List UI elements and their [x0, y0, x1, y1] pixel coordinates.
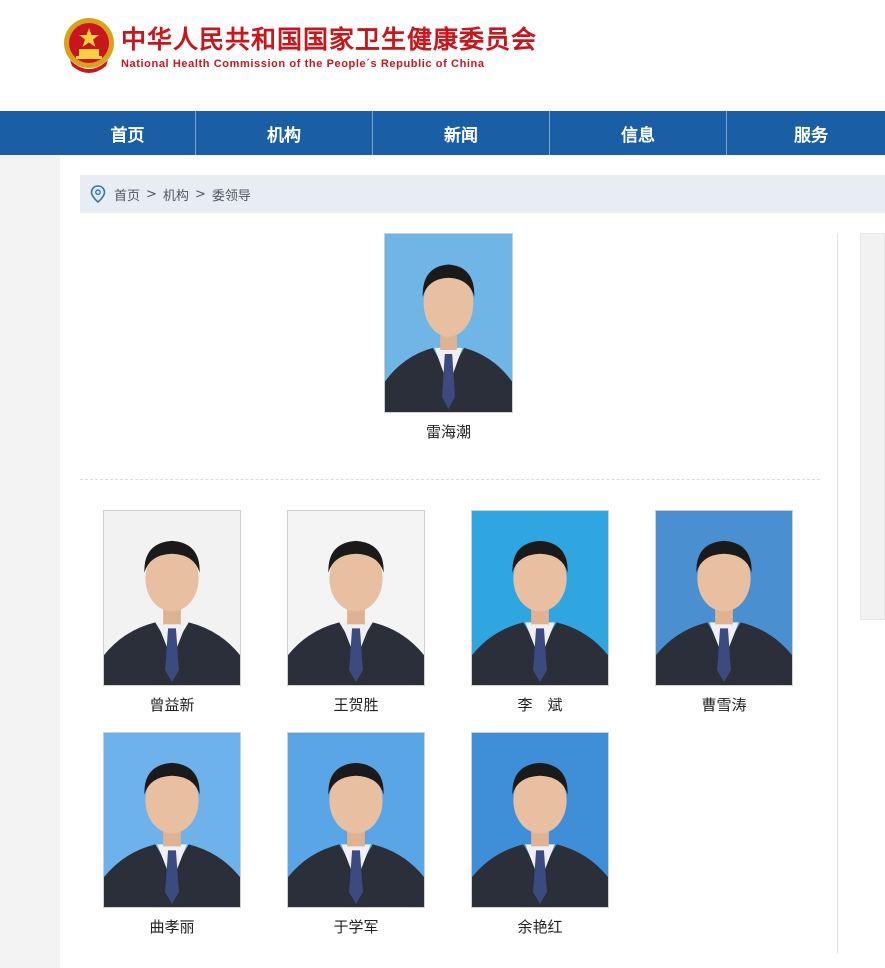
breadcrumb-home[interactable]: 首页 — [114, 185, 140, 204]
leader-photo[interactable] — [471, 510, 609, 686]
portrait-image — [385, 234, 512, 412]
leader-card[interactable]: 曲孝丽 — [103, 732, 241, 937]
right-sidebar-panel — [860, 233, 885, 620]
leader-name[interactable]: 李 斌 — [471, 694, 609, 715]
site-header: 中华人民共和国国家卫生健康委员会 National Health Commiss… — [0, 0, 885, 111]
portrait-image — [104, 733, 240, 907]
leader-name[interactable]: 余艳红 — [471, 916, 609, 937]
leader-photo[interactable] — [103, 732, 241, 908]
nav-item-organization[interactable]: 机构 — [196, 111, 373, 155]
leader-photo[interactable] — [287, 510, 425, 686]
leader-photo[interactable] — [287, 732, 425, 908]
leader-card[interactable]: 余艳红 — [471, 732, 609, 937]
breadcrumb: 首页 > 机构 > 委领导 — [80, 175, 885, 213]
breadcrumb-current: 委领导 — [211, 188, 251, 204]
leader-name[interactable]: 曹雪涛 — [655, 694, 793, 715]
leader-name[interactable]: 曲孝丽 — [103, 916, 241, 937]
portrait-image — [288, 733, 424, 907]
main-nav: 首页 机构 新闻 信息 服务 — [0, 111, 885, 155]
leader-photo[interactable] — [103, 510, 241, 686]
nav-item-information[interactable]: 信息 — [550, 111, 727, 155]
leader-photo[interactable] — [384, 233, 513, 413]
breadcrumb-organization[interactable]: 机构 — [163, 185, 189, 204]
leader-photo[interactable] — [655, 510, 793, 686]
leader-photo[interactable] — [471, 732, 609, 908]
page-margin — [0, 155, 60, 968]
leader-name[interactable]: 雷海潮 — [384, 421, 513, 442]
portrait-image — [472, 733, 608, 907]
nav-item-home[interactable]: 首页 — [0, 111, 196, 155]
portrait-image — [288, 511, 424, 685]
nav-item-services[interactable]: 服务 — [727, 111, 885, 155]
breadcrumb-separator: > — [194, 186, 206, 202]
portrait-image — [472, 511, 608, 685]
leader-card[interactable]: 曹雪涛 — [655, 510, 793, 715]
section-divider — [80, 479, 820, 480]
leader-card[interactable]: 李 斌 — [471, 510, 609, 715]
leader-name[interactable]: 王贺胜 — [287, 694, 425, 715]
nav-item-news[interactable]: 新闻 — [373, 111, 550, 155]
national-emblem-icon[interactable] — [62, 16, 116, 76]
leader-card[interactable]: 曾益新 — [103, 510, 241, 715]
site-title-en[interactable]: National Health Commission of the People… — [121, 58, 485, 70]
leader-card[interactable]: 于学军 — [287, 732, 425, 937]
leader-card[interactable]: 王贺胜 — [287, 510, 425, 715]
leader-card-top[interactable]: 雷海潮 — [384, 233, 513, 442]
leader-name[interactable]: 于学军 — [287, 916, 425, 937]
site-title-cn[interactable]: 中华人民共和国国家卫生健康委员会 — [121, 20, 537, 56]
portrait-image — [104, 511, 240, 685]
portrait-image — [656, 511, 792, 685]
breadcrumb-separator: > — [146, 186, 157, 202]
content-divider — [837, 233, 838, 953]
leader-name[interactable]: 曾益新 — [103, 694, 241, 715]
location-pin-icon — [90, 185, 106, 203]
